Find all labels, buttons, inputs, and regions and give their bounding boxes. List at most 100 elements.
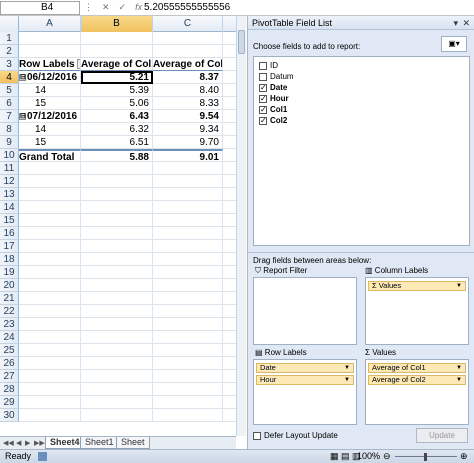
cell[interactable] [223, 71, 236, 84]
zoom-level[interactable]: 100% [357, 450, 380, 463]
cell[interactable] [81, 305, 153, 318]
zoom-slider-thumb[interactable] [424, 453, 427, 461]
row-labels-area[interactable]: Date ▼ Hour ▼ [253, 359, 357, 425]
tab-first-icon[interactable]: ◀◀ [3, 439, 14, 447]
value-col1[interactable]: 6.51 [81, 136, 153, 149]
cell[interactable] [223, 409, 236, 422]
row-header[interactable]: 5 [0, 84, 19, 97]
field-item-id[interactable]: ID [259, 60, 278, 71]
cell[interactable] [19, 292, 81, 305]
sheet-tab-sheet[interactable]: Sheet [116, 437, 150, 449]
cell[interactable] [223, 97, 236, 110]
cell[interactable] [19, 32, 81, 45]
name-box[interactable]: B4 [0, 1, 80, 15]
row-header[interactable]: 9 [0, 136, 19, 149]
row-chip-date[interactable]: Date ▼ [256, 363, 354, 373]
row-header[interactable]: 3 [0, 58, 19, 71]
value-col1[interactable]: 6.32 [81, 123, 153, 136]
cell[interactable] [223, 370, 236, 383]
formula-input[interactable]: 5.20555555555556 [142, 1, 242, 15]
item-label[interactable]: 15 [19, 97, 81, 110]
cell[interactable] [223, 227, 236, 240]
cell[interactable] [19, 214, 81, 227]
cell[interactable] [153, 240, 223, 253]
cancel-icon[interactable]: ✕ [102, 2, 110, 12]
cell[interactable] [153, 318, 223, 331]
enter-icon[interactable]: ✓ [119, 2, 127, 12]
tab-prev-icon[interactable]: ◀ [16, 439, 21, 447]
row-header[interactable]: 16 [0, 227, 19, 240]
row-header[interactable]: 15 [0, 214, 19, 227]
cell[interactable] [223, 136, 236, 149]
value-col2[interactable]: 8.37 [153, 71, 223, 84]
cell[interactable] [81, 370, 153, 383]
value-col2[interactable]: 9.70 [153, 136, 223, 149]
field-checkbox[interactable] [259, 61, 267, 70]
column-chip-values[interactable]: Σ Values ▼ [368, 281, 466, 291]
cell[interactable] [19, 253, 81, 266]
cell[interactable] [19, 396, 81, 409]
cell[interactable] [81, 292, 153, 305]
cell[interactable] [19, 227, 81, 240]
cell[interactable] [223, 58, 236, 71]
cell[interactable] [153, 32, 223, 45]
cell[interactable] [223, 201, 236, 214]
cell[interactable] [223, 305, 236, 318]
update-button[interactable]: Update [416, 428, 468, 443]
field-checkbox[interactable]: ✓ [259, 116, 267, 125]
panel-menu-icon[interactable]: ▾ [453, 16, 458, 30]
cell[interactable] [153, 279, 223, 292]
grand-total-col2[interactable]: 9.01 [153, 149, 223, 162]
row-header[interactable]: 27 [0, 370, 19, 383]
field-item-col1[interactable]: ✓ Col1 [259, 104, 287, 115]
grand-total-col1[interactable]: 5.88 [81, 149, 153, 162]
value-col1[interactable]: 5.21 [81, 71, 153, 84]
row-header[interactable]: 23 [0, 318, 19, 331]
row-chip-hour[interactable]: Hour ▼ [256, 375, 354, 385]
cell[interactable] [81, 240, 153, 253]
select-all-corner[interactable] [0, 16, 19, 32]
field-item-hour[interactable]: ✓ Hour [259, 93, 289, 104]
cell[interactable] [81, 357, 153, 370]
cell[interactable] [153, 227, 223, 240]
cell[interactable] [81, 266, 153, 279]
cell[interactable] [81, 175, 153, 188]
cell[interactable] [223, 175, 236, 188]
field-checkbox[interactable] [259, 72, 267, 81]
cell[interactable] [153, 266, 223, 279]
cell[interactable] [19, 162, 81, 175]
defer-layout-update[interactable]: Defer Layout Update [253, 431, 338, 441]
row-header[interactable]: 7 [0, 110, 19, 123]
cell[interactable] [19, 344, 81, 357]
zoom-out-icon[interactable]: ⊖ [383, 450, 391, 463]
value-col2[interactable]: 9.34 [153, 123, 223, 136]
cell[interactable] [223, 214, 236, 227]
layout-options-button[interactable]: ▣▾ [441, 36, 467, 52]
row-header[interactable]: 21 [0, 292, 19, 305]
cell[interactable] [223, 357, 236, 370]
cell[interactable] [153, 344, 223, 357]
cell[interactable] [223, 110, 236, 123]
group-label[interactable]: ⊟06/12/2016 [19, 71, 81, 84]
cell[interactable] [81, 32, 153, 45]
zoom-in-icon[interactable]: ⊕ [460, 450, 468, 463]
cell[interactable] [153, 396, 223, 409]
value-col2[interactable]: 8.40 [153, 84, 223, 97]
cell[interactable] [81, 279, 153, 292]
cell[interactable] [153, 357, 223, 370]
defer-checkbox[interactable] [253, 431, 261, 440]
row-header[interactable]: 11 [0, 162, 19, 175]
row-header[interactable]: 13 [0, 188, 19, 201]
row-header[interactable]: 25 [0, 344, 19, 357]
cell[interactable] [153, 214, 223, 227]
value-chip-col1[interactable]: Average of Col1 ▼ [368, 363, 466, 373]
cell[interactable] [153, 188, 223, 201]
cell[interactable] [223, 292, 236, 305]
header-average-col1[interactable]: Average of Col1 [81, 58, 153, 71]
row-header[interactable]: 29 [0, 396, 19, 409]
cell[interactable] [19, 357, 81, 370]
row-header[interactable]: 14 [0, 201, 19, 214]
row-header[interactable]: 12 [0, 175, 19, 188]
column-header-b[interactable]: B [81, 16, 153, 32]
collapse-icon[interactable]: ⊟ [19, 73, 26, 81]
